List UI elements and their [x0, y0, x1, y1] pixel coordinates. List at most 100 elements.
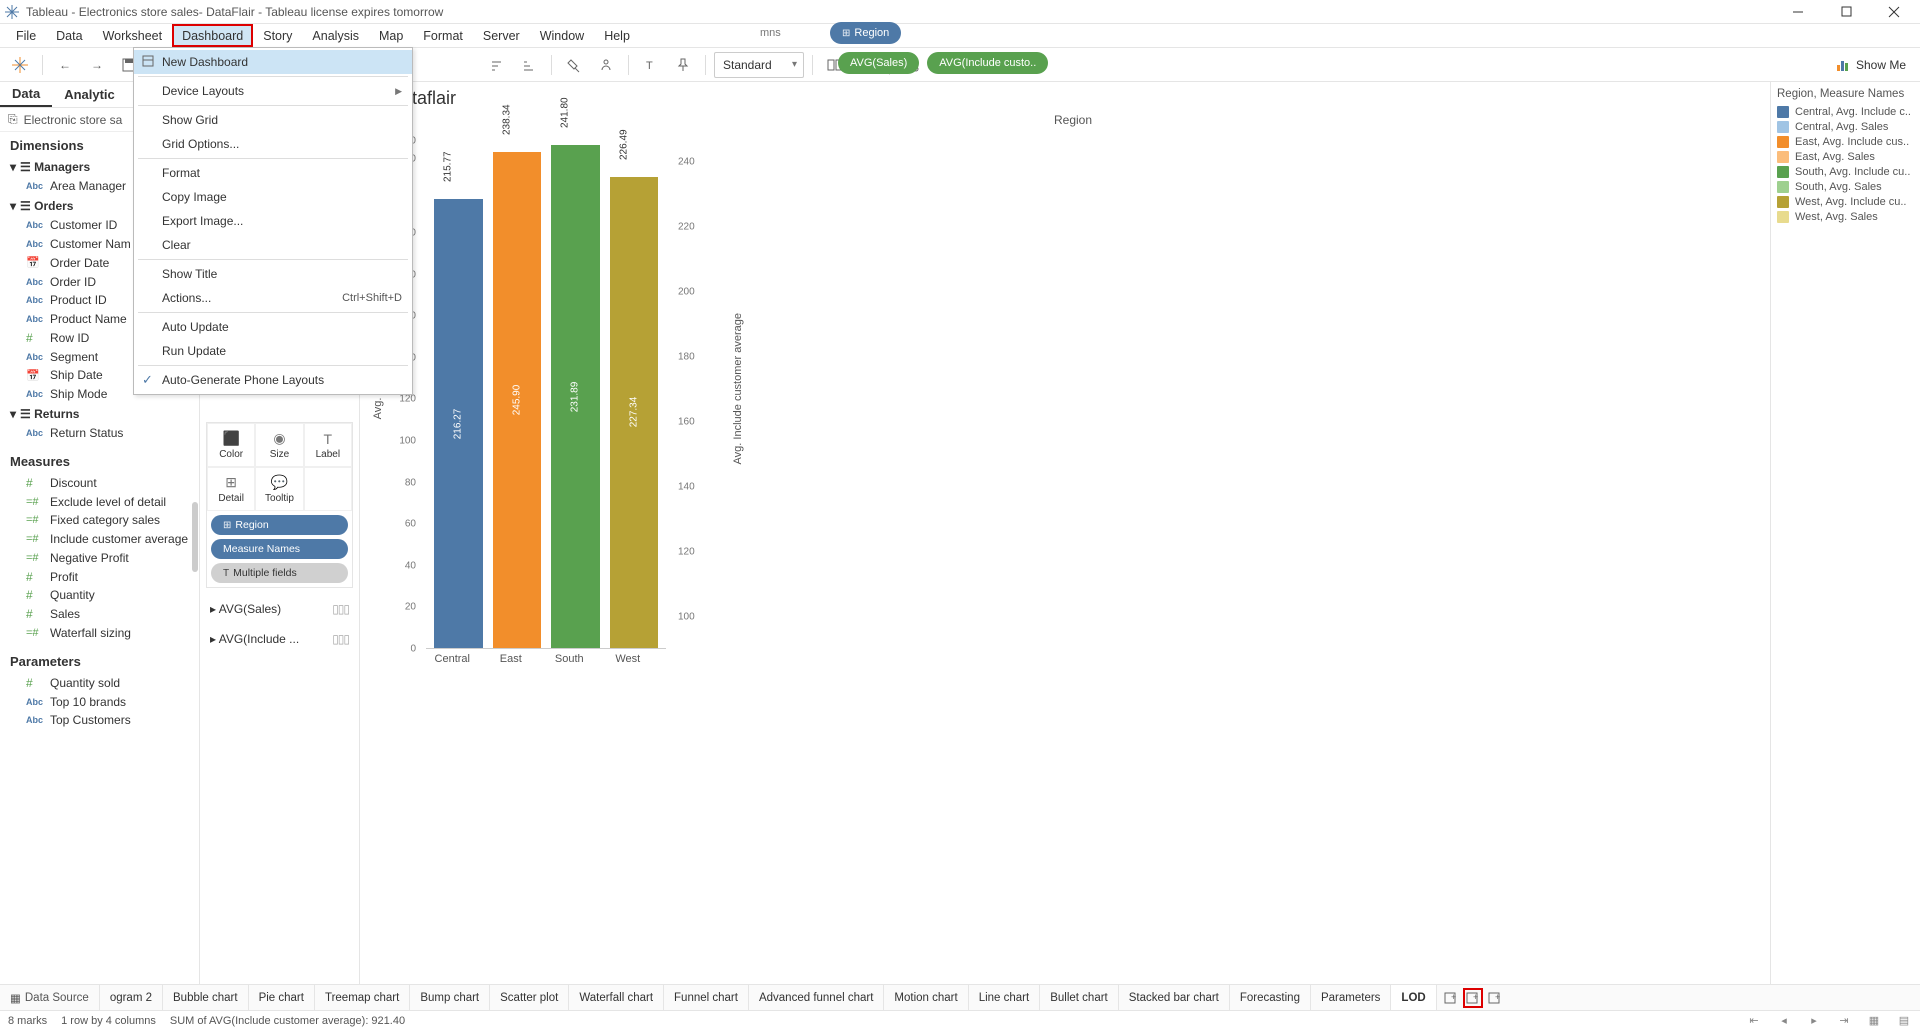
legend-item[interactable]: East, Avg. Include cus..	[1777, 134, 1914, 149]
legend-item[interactable]: South, Avg. Sales	[1777, 179, 1914, 194]
dropdown-item-export-image-[interactable]: Export Image...	[134, 209, 412, 233]
legend-item[interactable]: West, Avg. Include cu..	[1777, 194, 1914, 209]
sheet-tab-lod[interactable]: LOD	[1391, 985, 1436, 1010]
dropdown-item-auto-update[interactable]: Auto Update	[134, 315, 412, 339]
dropdown-item-run-update[interactable]: Run Update	[134, 339, 412, 363]
sheet-tab-parameters[interactable]: Parameters	[1311, 985, 1391, 1010]
measure-field-discount[interactable]: #Discount	[4, 473, 195, 492]
sheet-tab-stacked-bar-chart[interactable]: Stacked bar chart	[1119, 985, 1230, 1010]
measure-field-include-customer-average[interactable]: =#Include customer average	[4, 530, 195, 549]
measure-field-sales[interactable]: #Sales	[4, 605, 195, 624]
dropdown-item-show-grid[interactable]: Show Grid	[134, 108, 412, 132]
measure-field-exclude-level-of-detail[interactable]: =#Exclude level of detail	[4, 492, 195, 511]
menu-analysis[interactable]: Analysis	[302, 24, 369, 47]
legend-item[interactable]: Central, Avg. Sales	[1777, 119, 1914, 134]
prev-tab-button[interactable]: ◂	[1776, 1014, 1792, 1028]
measure-field-fixed-category-sales[interactable]: =#Fixed category sales	[4, 511, 195, 530]
close-button[interactable]	[1880, 2, 1908, 22]
menu-worksheet[interactable]: Worksheet	[93, 24, 173, 47]
sheet-tab-motion-chart[interactable]: Motion chart	[884, 985, 968, 1010]
sheet-tab-bullet-chart[interactable]: Bullet chart	[1040, 985, 1119, 1010]
measure-field-negative-profit[interactable]: =#Negative Profit	[4, 549, 195, 568]
legend-item[interactable]: East, Avg. Sales	[1777, 149, 1914, 164]
back-button[interactable]: ←	[51, 52, 79, 78]
show-me-button[interactable]: Show Me	[1828, 58, 1914, 72]
sheet-tab-pie-chart[interactable]: Pie chart	[249, 985, 315, 1010]
data-source-tab[interactable]: ▦Data Source	[0, 985, 100, 1010]
sheet-tab-forecasting[interactable]: Forecasting	[1230, 985, 1311, 1010]
sheet-tab-scatter-plot[interactable]: Scatter plot	[490, 985, 569, 1010]
sheet-tab-funnel-chart[interactable]: Funnel chart	[664, 985, 749, 1010]
sheet-tab-bump-chart[interactable]: Bump chart	[410, 985, 490, 1010]
menu-dashboard[interactable]: Dashboard	[172, 24, 253, 47]
sheet-tab-bubble-chart[interactable]: Bubble chart	[163, 985, 249, 1010]
show-tabs-button[interactable]: ▦	[1866, 1014, 1882, 1028]
sheet-tab-waterfall-chart[interactable]: Waterfall chart	[569, 985, 664, 1010]
marks-tooltip[interactable]: 💬Tooltip	[255, 467, 303, 511]
show-filmstrip-button[interactable]: ▤	[1896, 1014, 1912, 1028]
sidebar-scrollbar-thumb[interactable]	[192, 502, 198, 572]
menu-window[interactable]: Window	[530, 24, 594, 47]
marks-pill-measure-names[interactable]: Measure Names	[211, 539, 348, 559]
marks-size[interactable]: ◉Size	[255, 423, 303, 467]
param-field-quantity-sold[interactable]: #Quantity sold	[4, 673, 195, 692]
marks-detail[interactable]: ⊞Detail	[207, 467, 255, 511]
legend-item[interactable]: Central, Avg. Include c..	[1777, 104, 1914, 119]
marks-color[interactable]: ⬛Color	[207, 423, 255, 467]
dropdown-item-format[interactable]: Format	[134, 161, 412, 185]
dim-group-returns[interactable]: ▾ ☰ Returns	[4, 404, 195, 424]
avg-include-shelf[interactable]: ▸ AVG(Include ...▯▯▯	[208, 628, 351, 650]
bar-central[interactable]: 215.77216.27	[434, 129, 483, 648]
sheet-tab-treemap-chart[interactable]: Treemap chart	[315, 985, 410, 1010]
rows-pill-avg-include[interactable]: AVG(Include custo..	[927, 52, 1048, 74]
marks-pill-region[interactable]: ⊞Region	[211, 515, 348, 535]
menu-file[interactable]: File	[6, 24, 46, 47]
dropdown-item-grid-options-[interactable]: Grid Options...	[134, 132, 412, 156]
dropdown-item-copy-image[interactable]: Copy Image	[134, 185, 412, 209]
dropdown-item-new-dashboard[interactable]: New Dashboard	[134, 50, 412, 74]
data-tab[interactable]: Data	[0, 82, 52, 107]
param-field-top-customers[interactable]: AbcTop Customers	[4, 711, 195, 730]
analytics-tab[interactable]: Analytic	[52, 82, 127, 107]
chart-bars[interactable]: 215.77216.27238.34245.90241.80231.89226.…	[426, 129, 666, 649]
new-story-button[interactable]: +	[1485, 988, 1505, 1008]
menu-story[interactable]: Story	[253, 24, 302, 47]
menu-help[interactable]: Help	[594, 24, 640, 47]
dim-field-return-status[interactable]: AbcReturn Status	[4, 424, 195, 443]
dropdown-item-show-title[interactable]: Show Title	[134, 262, 412, 286]
bar-top-label: 238.34	[501, 105, 512, 136]
first-tab-button[interactable]: ⇤	[1746, 1014, 1762, 1028]
sheet-tab-advanced-funnel-chart[interactable]: Advanced funnel chart	[749, 985, 884, 1010]
maximize-button[interactable]	[1832, 2, 1860, 22]
measure-field-quantity[interactable]: #Quantity	[4, 586, 195, 605]
legend-item[interactable]: South, Avg. Include cu..	[1777, 164, 1914, 179]
dropdown-item-clear[interactable]: Clear	[134, 233, 412, 257]
marks-pill-multiple-fields[interactable]: TMultiple fields	[211, 563, 348, 583]
tableau-icon[interactable]	[6, 52, 34, 78]
rows-pill-avg-sales[interactable]: AVG(Sales)	[838, 52, 919, 74]
bar-west[interactable]: 226.49227.34	[610, 129, 659, 648]
sheet-tab-ogram-2[interactable]: ogram 2	[100, 985, 163, 1010]
measure-field-profit[interactable]: #Profit	[4, 567, 195, 586]
last-tab-button[interactable]: ⇥	[1836, 1014, 1852, 1028]
new-dashboard-button[interactable]: +	[1463, 988, 1483, 1008]
avg-sales-shelf[interactable]: ▸ AVG(Sales)▯▯▯	[208, 598, 351, 620]
dropdown-item-device-layouts[interactable]: Device Layouts▶	[134, 79, 412, 103]
dropdown-item-auto-generate-phone-layouts[interactable]: ✓Auto-Generate Phone Layouts	[134, 368, 412, 392]
dropdown-item-actions-[interactable]: Actions...Ctrl+Shift+D	[134, 286, 412, 310]
menu-server[interactable]: Server	[473, 24, 530, 47]
menu-format[interactable]: Format	[413, 24, 473, 47]
sheet-tab-line-chart[interactable]: Line chart	[969, 985, 1041, 1010]
next-tab-button[interactable]: ▸	[1806, 1014, 1822, 1028]
forward-button[interactable]: →	[83, 52, 111, 78]
measure-field-waterfall-sizing[interactable]: =#Waterfall sizing	[4, 624, 195, 643]
menu-data[interactable]: Data	[46, 24, 92, 47]
marks-label[interactable]: TLabel	[304, 423, 352, 467]
bar-south[interactable]: 241.80231.89	[551, 129, 600, 648]
param-field-top-brands[interactable]: AbcTop 10 brands	[4, 692, 195, 711]
bar-east[interactable]: 238.34245.90	[493, 129, 542, 648]
legend-item[interactable]: West, Avg. Sales	[1777, 209, 1914, 224]
menu-map[interactable]: Map	[369, 24, 413, 47]
new-worksheet-button[interactable]: +	[1441, 988, 1461, 1008]
minimize-button[interactable]	[1784, 2, 1812, 22]
